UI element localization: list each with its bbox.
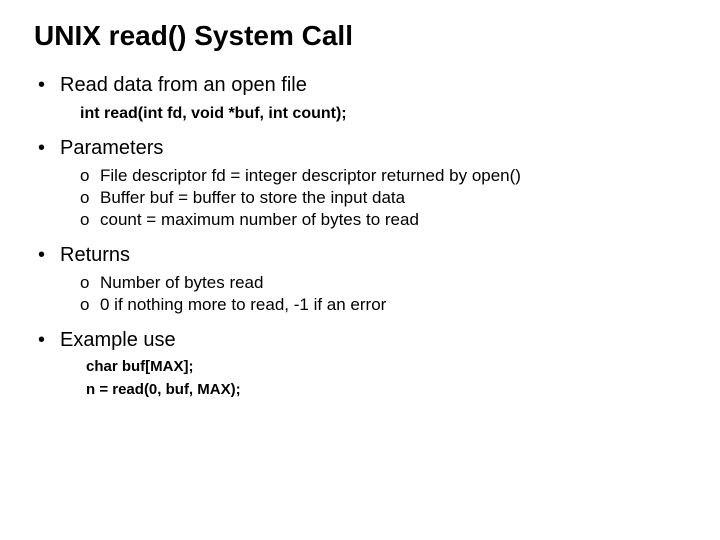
- return-item: o Number of bytes read: [80, 273, 686, 293]
- code-signature: int read(int fd, void *buf, int count);: [80, 105, 686, 123]
- param-item: o File descriptor fd = integer descripto…: [80, 166, 686, 186]
- bullet-text: Parameters: [60, 137, 163, 160]
- bullet-dot-icon: •: [34, 244, 60, 267]
- param-item: o Buffer buf = buffer to store the input…: [80, 188, 686, 208]
- example-code-line1: char buf[MAX];: [86, 358, 686, 377]
- bullet-dot-icon: •: [34, 137, 60, 160]
- example-code-line2: n = read(0, buf, MAX);: [86, 381, 686, 400]
- bullet-returns: • Returns: [34, 244, 686, 267]
- circle-bullet-icon: o: [80, 295, 100, 315]
- bullet-text: Returns: [60, 244, 130, 267]
- return-item: o 0 if nothing more to read, -1 if an er…: [80, 295, 686, 315]
- param-item: o count = maximum number of bytes to rea…: [80, 210, 686, 230]
- bullet-example: • Example use: [34, 329, 686, 352]
- bullet-text: Example use: [60, 329, 176, 352]
- circle-bullet-icon: o: [80, 188, 100, 208]
- bullet-text: Read data from an open file: [60, 74, 307, 97]
- param-text: Buffer buf = buffer to store the input d…: [100, 188, 405, 208]
- bullet-dot-icon: •: [34, 74, 60, 97]
- return-text: Number of bytes read: [100, 273, 263, 293]
- circle-bullet-icon: o: [80, 210, 100, 230]
- param-text: count = maximum number of bytes to read: [100, 210, 419, 230]
- circle-bullet-icon: o: [80, 273, 100, 293]
- param-text: File descriptor fd = integer descriptor …: [100, 166, 521, 186]
- slide-title: UNIX read() System Call: [34, 20, 686, 52]
- bullet-read-data: • Read data from an open file: [34, 74, 686, 97]
- return-text: 0 if nothing more to read, -1 if an erro…: [100, 295, 386, 315]
- circle-bullet-icon: o: [80, 166, 100, 186]
- bullet-parameters: • Parameters: [34, 137, 686, 160]
- bullet-dot-icon: •: [34, 329, 60, 352]
